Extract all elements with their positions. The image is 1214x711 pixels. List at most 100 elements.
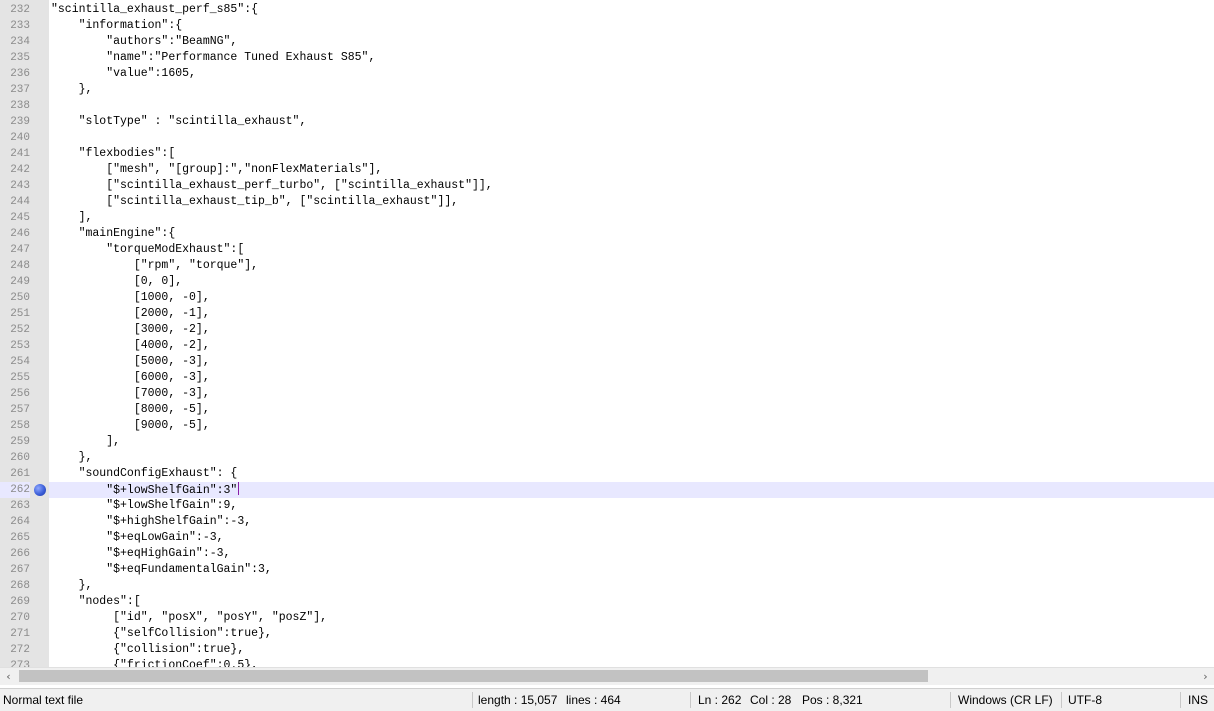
bookmark-margin[interactable]: [30, 226, 49, 242]
code-line[interactable]: 273 {"frictionCoef":0.5},: [0, 658, 1214, 667]
code-line[interactable]: 238: [0, 98, 1214, 114]
code-text[interactable]: "mainEngine":{: [51, 226, 176, 242]
code-text[interactable]: [4000, -2],: [51, 338, 210, 354]
code-line[interactable]: 261 "soundConfigExhaust": {: [0, 466, 1214, 482]
code-text[interactable]: ],: [51, 210, 93, 226]
code-text[interactable]: [0, 0],: [51, 274, 182, 290]
bookmark-margin[interactable]: [30, 354, 49, 370]
code-line[interactable]: 266 "$+eqHighGain":-3,: [0, 546, 1214, 562]
code-line[interactable]: 237 },: [0, 82, 1214, 98]
code-text[interactable]: },: [51, 82, 93, 98]
code-line[interactable]: 242 ["mesh", "[group]:","nonFlexMaterial…: [0, 162, 1214, 178]
code-text[interactable]: "name":"Performance Tuned Exhaust S85",: [51, 50, 375, 66]
code-line[interactable]: 244 ["scintilla_exhaust_tip_b", ["scinti…: [0, 194, 1214, 210]
code-line[interactable]: 248 ["rpm", "torque"],: [0, 258, 1214, 274]
code-text[interactable]: "$+eqLowGain":-3,: [51, 530, 223, 546]
bookmark-margin[interactable]: [30, 162, 49, 178]
code-text[interactable]: "$+lowShelfGain":3": [51, 482, 240, 499]
bookmark-margin[interactable]: [30, 130, 49, 146]
code-text[interactable]: "flexbodies":[: [51, 146, 176, 162]
bookmark-margin[interactable]: [30, 114, 49, 130]
bookmark-margin[interactable]: [30, 370, 49, 386]
code-text[interactable]: "$+eqFundamentalGain":3,: [51, 562, 272, 578]
code-text[interactable]: ["mesh", "[group]:","nonFlexMaterials"],: [51, 162, 382, 178]
bookmark-margin[interactable]: [30, 402, 49, 418]
code-text[interactable]: ["scintilla_exhaust_perf_turbo", ["scint…: [51, 178, 492, 194]
bookmark-margin[interactable]: [30, 242, 49, 258]
bookmark-margin[interactable]: [30, 530, 49, 546]
code-text[interactable]: "value":1605,: [51, 66, 196, 82]
status-eol-format[interactable]: Windows (CR LF): [958, 689, 1058, 711]
bookmark-margin[interactable]: [30, 498, 49, 514]
bookmark-margin[interactable]: [30, 594, 49, 610]
code-line[interactable]: 253 [4000, -2],: [0, 338, 1214, 354]
code-text[interactable]: [9000, -5],: [51, 418, 210, 434]
bookmark-margin[interactable]: [30, 66, 49, 82]
bookmark-margin[interactable]: [30, 274, 49, 290]
code-line[interactable]: 251 [2000, -1],: [0, 306, 1214, 322]
code-line[interactable]: 249 [0, 0],: [0, 274, 1214, 290]
horizontal-scrollbar[interactable]: ‹ ›: [0, 667, 1214, 685]
bookmark-margin[interactable]: [30, 466, 49, 482]
code-line[interactable]: 255 [6000, -3],: [0, 370, 1214, 386]
bookmark-margin[interactable]: [30, 450, 49, 466]
code-line[interactable]: 260 },: [0, 450, 1214, 466]
code-line[interactable]: 240: [0, 130, 1214, 146]
code-text[interactable]: "soundConfigExhaust": {: [51, 466, 238, 482]
code-line[interactable]: 252 [3000, -2],: [0, 322, 1214, 338]
bookmark-margin[interactable]: [30, 658, 49, 667]
code-text[interactable]: {"selfCollision":true},: [51, 626, 272, 642]
bookmark-margin[interactable]: [30, 514, 49, 530]
code-line[interactable]: 239 "slotType" : "scintilla_exhaust",: [0, 114, 1214, 130]
bookmark-margin[interactable]: [30, 178, 49, 194]
code-line[interactable]: 269 "nodes":[: [0, 594, 1214, 610]
bookmark-margin[interactable]: [30, 18, 49, 34]
status-insert-mode[interactable]: INS: [1188, 689, 1214, 711]
code-text[interactable]: "authors":"BeamNG",: [51, 34, 237, 50]
bookmark-margin[interactable]: [30, 418, 49, 434]
bookmark-icon[interactable]: [34, 484, 46, 496]
code-line[interactable]: 241 "flexbodies":[: [0, 146, 1214, 162]
bookmark-margin[interactable]: [30, 626, 49, 642]
code-line[interactable]: 236 "value":1605,: [0, 66, 1214, 82]
bookmark-margin[interactable]: [30, 34, 49, 50]
code-line[interactable]: 270 ["id", "posX", "posY", "posZ"],: [0, 610, 1214, 626]
code-lines[interactable]: 232 "scintilla_exhaust_perf_s85":{233 "in…: [0, 2, 1214, 667]
scrollbar-thumb[interactable]: [19, 670, 928, 682]
bookmark-margin[interactable]: [30, 290, 49, 306]
bookmark-margin[interactable]: [30, 546, 49, 562]
code-line[interactable]: 259 ],: [0, 434, 1214, 450]
bookmark-margin[interactable]: [30, 338, 49, 354]
bookmark-margin[interactable]: [30, 306, 49, 322]
bookmark-margin[interactable]: [30, 322, 49, 338]
code-text[interactable]: "$+eqHighGain":-3,: [51, 546, 230, 562]
code-line[interactable]: 272 {"collision":true},: [0, 642, 1214, 658]
code-line[interactable]: 268 },: [0, 578, 1214, 594]
code-text[interactable]: [3000, -2],: [51, 322, 210, 338]
bookmark-margin[interactable]: [30, 210, 49, 226]
code-line[interactable]: 265 "$+eqLowGain":-3,: [0, 530, 1214, 546]
bookmark-margin[interactable]: [30, 258, 49, 274]
code-line[interactable]: 232 "scintilla_exhaust_perf_s85":{: [0, 2, 1214, 18]
code-line[interactable]: 234 "authors":"BeamNG",: [0, 34, 1214, 50]
code-text[interactable]: ["scintilla_exhaust_tip_b", ["scintilla_…: [51, 194, 458, 210]
code-line[interactable]: 254 [5000, -3],: [0, 354, 1214, 370]
code-text[interactable]: {"frictionCoef":0.5},: [51, 658, 258, 667]
code-text[interactable]: "information":{: [51, 18, 183, 34]
code-line[interactable]: 264 "$+highShelfGain":-3,: [0, 514, 1214, 530]
code-text[interactable]: ],: [51, 434, 120, 450]
code-text[interactable]: "slotType" : "scintilla_exhaust",: [51, 114, 307, 130]
bookmark-margin[interactable]: [30, 642, 49, 658]
code-line[interactable]: 247 "torqueModExhaust":[: [0, 242, 1214, 258]
code-text[interactable]: [2000, -1],: [51, 306, 210, 322]
code-line[interactable]: 246 "mainEngine":{: [0, 226, 1214, 242]
current-code-line[interactable]: 262 "$+lowShelfGain":3": [0, 482, 1214, 498]
bookmark-margin[interactable]: [30, 2, 49, 18]
bookmark-margin[interactable]: [30, 146, 49, 162]
bookmark-margin[interactable]: [30, 562, 49, 578]
code-line[interactable]: 258 [9000, -5],: [0, 418, 1214, 434]
code-text[interactable]: [1000, -0],: [51, 290, 210, 306]
code-line[interactable]: 245 ],: [0, 210, 1214, 226]
code-line[interactable]: 271 {"selfCollision":true},: [0, 626, 1214, 642]
code-text[interactable]: ["id", "posX", "posY", "posZ"],: [51, 610, 327, 626]
